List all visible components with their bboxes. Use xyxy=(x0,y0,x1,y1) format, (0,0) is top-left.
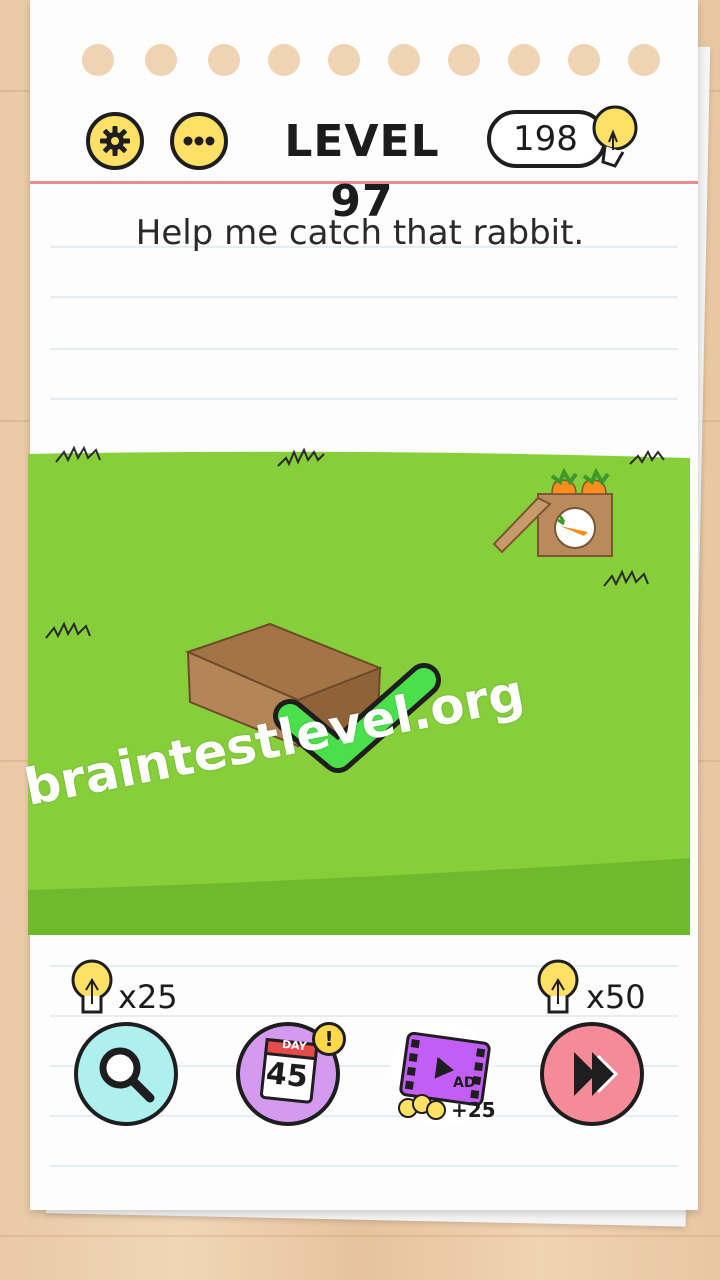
search-hint-button[interactable] xyxy=(74,1022,178,1126)
binder-hole xyxy=(328,44,360,76)
wood-grain xyxy=(0,1235,720,1237)
day-label: DAY xyxy=(281,1037,308,1054)
fast-forward-icon xyxy=(574,1052,619,1096)
binder-hole xyxy=(208,44,240,76)
binder-hole xyxy=(388,44,420,76)
scene-canvas xyxy=(28,445,690,935)
ad-label: AD xyxy=(453,1075,476,1091)
level-prompt: Help me catch that rabbit. xyxy=(135,213,585,253)
more-dots-icon xyxy=(183,136,215,146)
lightbulb-icon xyxy=(537,959,579,1014)
binder-hole xyxy=(145,44,177,76)
skip-level-button[interactable] xyxy=(540,1022,644,1126)
day-number: 45 xyxy=(264,1055,310,1096)
binder-hole xyxy=(82,44,114,76)
binder-hole xyxy=(508,44,540,76)
game-scene[interactable] xyxy=(28,440,690,935)
binder-hole xyxy=(268,44,300,76)
binder-hole xyxy=(568,44,600,76)
ruled-line xyxy=(50,296,678,298)
magnifier-icon xyxy=(99,1047,155,1103)
notification-badge: ! xyxy=(312,1022,346,1056)
binder-hole xyxy=(628,44,660,76)
gear-icon xyxy=(100,126,130,156)
settings-button[interactable] xyxy=(86,112,144,170)
skip-cost: x50 xyxy=(586,978,646,1016)
lightbulb-icon xyxy=(71,959,113,1014)
ruled-line xyxy=(50,398,678,400)
hint-count: 198 xyxy=(513,119,578,159)
level-title: LEVEL 97 xyxy=(284,116,440,227)
lightbulb-icon xyxy=(592,105,638,168)
search-cost: x25 xyxy=(118,978,178,1016)
ruled-line xyxy=(50,1165,678,1167)
ad-reward: +25 xyxy=(451,1098,496,1122)
ruled-line xyxy=(50,348,678,350)
menu-button[interactable] xyxy=(170,112,228,170)
binder-hole xyxy=(448,44,480,76)
